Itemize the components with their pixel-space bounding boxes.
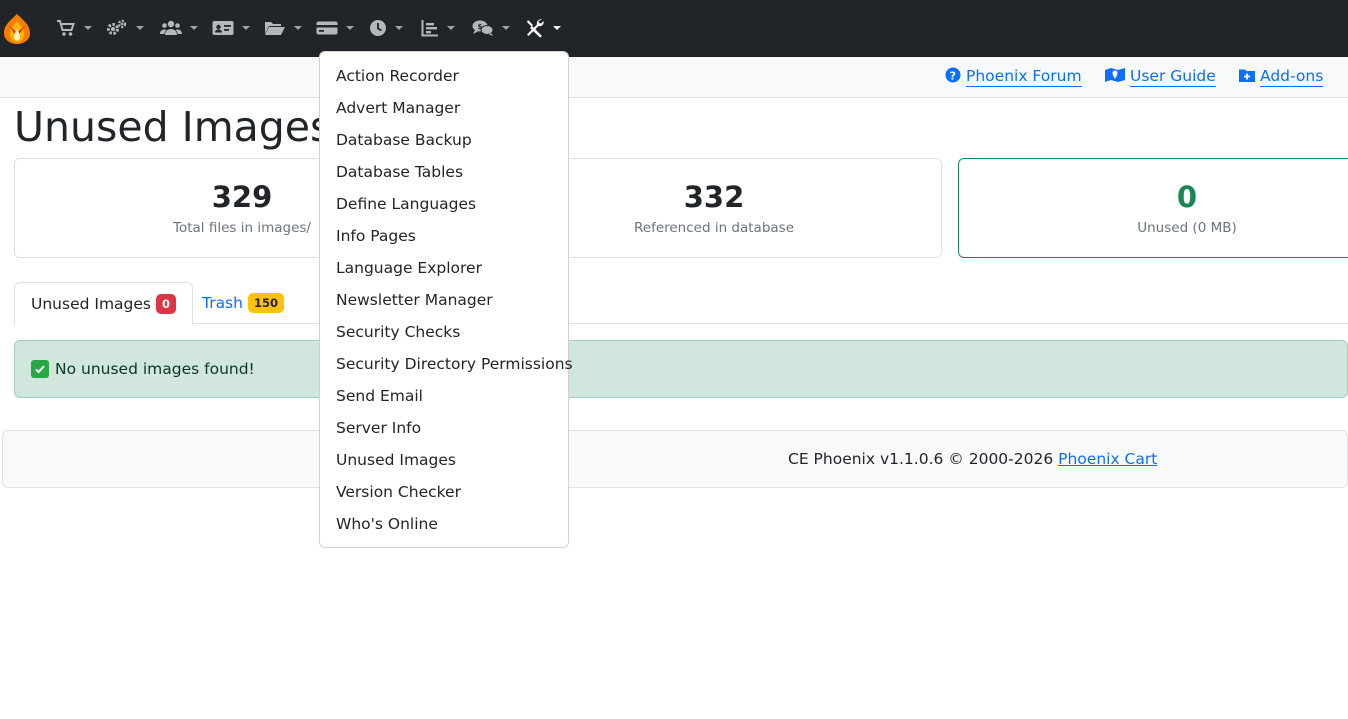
user-guide-link[interactable]: User Guide — [1105, 67, 1216, 87]
unused-value: 0 — [1176, 180, 1198, 214]
menu-item-newsletter-manager[interactable]: Newsletter Manager — [320, 284, 568, 316]
tab-unused-images[interactable]: Unused Images 0 — [14, 282, 194, 325]
tab-unused-images-label: Unused Images — [31, 294, 151, 313]
add-ons-label: Add-ons — [1260, 67, 1324, 87]
tab-trash-label: Trash — [202, 294, 243, 312]
page-title: Unused Images — [14, 103, 332, 151]
nav-marketing-menu[interactable]: $ — [472, 14, 510, 42]
svg-text:?: ? — [950, 69, 956, 82]
menu-item-security-checks[interactable]: Security Checks — [320, 316, 568, 348]
chevron-down-icon — [190, 26, 198, 30]
menu-item-version-checker[interactable]: Version Checker — [320, 476, 568, 508]
nav-customers-menu[interactable] — [160, 14, 198, 42]
comments-dollar-icon: $ — [472, 19, 494, 37]
clock-icon — [369, 19, 387, 37]
chevron-down-icon — [242, 26, 250, 30]
gears-icon — [106, 19, 128, 37]
question-circle-icon: ? — [945, 67, 961, 87]
menu-item-security-directory-permissions[interactable]: Security Directory Permissions — [320, 348, 573, 380]
map-icon — [1105, 67, 1125, 87]
unused-card: 0 Unused (0 MB) — [958, 158, 1348, 258]
tools-dropdown-menu: Action Recorder Advert Manager Database … — [319, 51, 573, 548]
chevron-down-icon — [294, 26, 302, 30]
menu-item-define-languages[interactable]: Define Languages — [320, 188, 568, 220]
chart-bar-icon — [421, 19, 439, 37]
chevron-down-icon — [395, 26, 403, 30]
nav-payment-menu[interactable] — [316, 14, 354, 42]
credit-card-icon — [316, 20, 338, 36]
menu-item-server-info[interactable]: Server Info — [320, 412, 568, 444]
phoenix-cart-link[interactable]: Phoenix Cart — [1058, 450, 1157, 468]
unused-label: Unused (0 MB) — [1137, 220, 1237, 236]
menu-item-whos-online[interactable]: Who's Online — [320, 508, 568, 540]
success-alert: No unused images found! — [14, 340, 1348, 398]
menu-item-database-tables[interactable]: Database Tables — [320, 156, 568, 188]
check-mark-icon — [31, 360, 49, 378]
user-guide-label: User Guide — [1130, 67, 1216, 87]
menu-item-database-backup[interactable]: Database Backup — [320, 124, 568, 156]
menu-item-action-recorder[interactable]: Action Recorder — [320, 60, 568, 92]
page-footer: CE Phoenix v1.1.0.6 © 2000-2026 Phoenix … — [2, 430, 1348, 488]
menu-item-language-explorer[interactable]: Language Explorer — [320, 252, 568, 284]
tabs-nav: Unused Images 0 Trash 150 — [14, 282, 1348, 325]
footer-copyright: CE Phoenix v1.1.0.6 © 2000-2026 Phoenix … — [788, 450, 1157, 468]
chevron-down-icon — [553, 26, 561, 30]
menu-item-send-email[interactable]: Send Email — [320, 380, 568, 412]
alert-text: No unused images found! — [55, 360, 255, 378]
folder-plus-icon — [1239, 68, 1255, 86]
nav-tools-menu[interactable] — [525, 14, 561, 42]
chevron-down-icon — [84, 26, 92, 30]
nav-localization-menu[interactable] — [212, 14, 250, 42]
menu-item-advert-manager[interactable]: Advert Manager — [320, 92, 568, 124]
nav-catalog-menu[interactable] — [56, 14, 92, 42]
help-links-bar: ? Phoenix Forum User Guide Add-ons — [0, 57, 1348, 98]
phoenix-forum-label: Phoenix Forum — [966, 67, 1082, 87]
phoenix-forum-link[interactable]: ? Phoenix Forum — [945, 67, 1082, 87]
svg-text:$: $ — [478, 23, 483, 31]
chevron-down-icon — [502, 26, 510, 30]
nav-modules-menu[interactable] — [264, 14, 302, 42]
phoenix-logo-icon[interactable] — [0, 11, 34, 45]
menu-item-info-pages[interactable]: Info Pages — [320, 220, 568, 252]
chevron-down-icon — [136, 26, 144, 30]
chevron-down-icon — [447, 26, 455, 30]
top-navbar: $ — [0, 0, 1348, 57]
nav-reports-menu[interactable] — [421, 14, 455, 42]
users-icon — [160, 19, 182, 37]
folder-open-icon — [264, 20, 286, 36]
unused-count-badge: 0 — [156, 293, 177, 314]
add-ons-link[interactable]: Add-ons — [1239, 67, 1324, 87]
cart-icon — [56, 19, 76, 37]
chevron-down-icon — [346, 26, 354, 30]
tools-icon — [525, 18, 545, 38]
trash-count-badge: 150 — [247, 293, 284, 313]
nav-orders-menu[interactable] — [369, 14, 403, 42]
id-card-icon — [212, 20, 234, 36]
menu-item-unused-images[interactable]: Unused Images — [320, 444, 568, 476]
footer-text: CE Phoenix v1.1.0.6 © 2000-2026 — [788, 450, 1059, 468]
tab-trash[interactable]: Trash 150 — [186, 282, 300, 324]
nav-configuration-menu[interactable] — [106, 14, 144, 42]
